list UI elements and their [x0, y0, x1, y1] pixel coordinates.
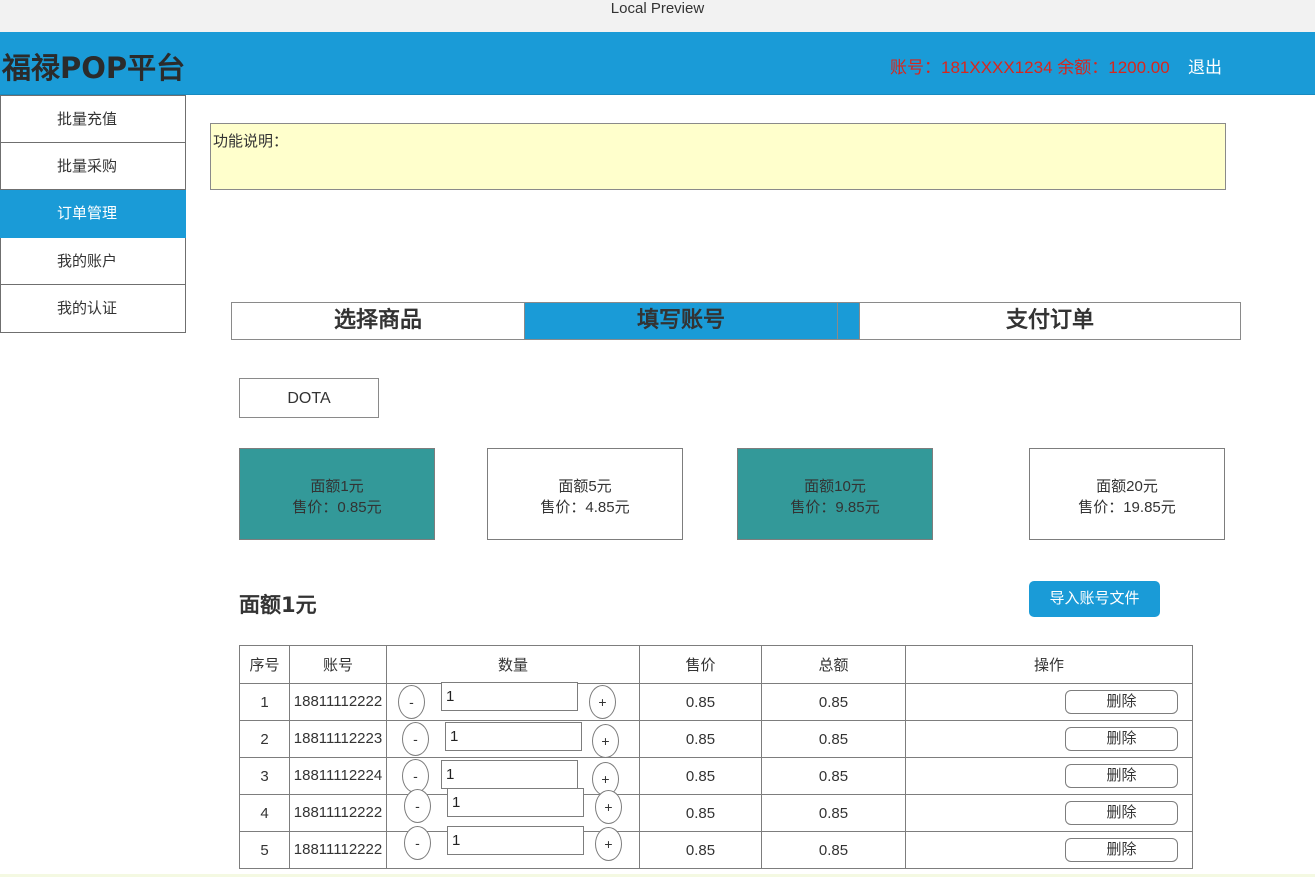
card-sale-price: 售价：19.85元 — [1078, 499, 1176, 516]
column-header-account: 账号 — [289, 645, 387, 684]
row-total: 0.85 — [761, 831, 906, 869]
row-action: 删除 — [905, 757, 1193, 795]
account-number: 18811112223 — [293, 730, 383, 747]
row-action: 删除 — [905, 794, 1193, 832]
sidebar-item-batch-recharge[interactable]: 批量充值 — [0, 95, 186, 143]
account-balance-info: 账号：181XXXX1234 余额：1200.00 — [890, 58, 1170, 77]
quantity-decrement-button[interactable]: - — [402, 759, 429, 793]
sidebar-nav: 批量充值 批量采购 订单管理 我的账户 我的认证 — [0, 95, 186, 333]
row-account: 18811112222 — [289, 683, 387, 721]
account-number: 18811112222 — [293, 804, 383, 821]
sidebar-item-batch-purchase[interactable]: 批量采购 — [0, 142, 186, 190]
card-face-value: 面额10元 — [804, 478, 866, 495]
table-row: 2 18811112223 - + 0.85 0.85 删除 — [239, 720, 1193, 758]
table-row: 1 18811112222 - + 0.85 0.85 删除 — [239, 682, 1193, 721]
delete-row-button[interactable]: 删除 — [1065, 727, 1178, 751]
quantity-increment-button[interactable]: + — [595, 827, 622, 861]
card-face-value: 面额20元 — [1096, 478, 1158, 495]
row-index: 5 — [239, 831, 290, 869]
brand-logo-text: 福禄POP平台 — [2, 51, 186, 85]
window-titlebar: Local Preview — [0, 0, 1315, 33]
row-price: 0.85 — [639, 683, 762, 721]
step-divider — [838, 303, 860, 339]
denomination-card-1[interactable]: 面额1元 售价：0.85元 — [239, 448, 435, 540]
column-header-price: 售价 — [639, 645, 762, 684]
row-account: 18811112224 — [289, 757, 387, 795]
row-index: 3 — [239, 757, 290, 795]
function-description-label: 功能说明： — [213, 133, 289, 150]
quantity-decrement-button[interactable]: - — [398, 685, 425, 719]
row-action: 删除 — [905, 683, 1193, 721]
step-fill-account[interactable]: 填写账号 — [524, 303, 838, 339]
sidebar-item-my-account[interactable]: 我的账户 — [0, 237, 186, 285]
delete-row-button[interactable]: 删除 — [1065, 690, 1178, 714]
card-sale-price: 售价：4.85元 — [540, 499, 630, 516]
quantity-increment-button[interactable]: + — [592, 724, 619, 758]
column-header-quantity: 数量 — [386, 645, 640, 684]
account-number: 18811112222 — [293, 693, 383, 710]
row-total: 0.85 — [761, 794, 906, 832]
table-row: 4 18811112222 - + 0.85 0.85 删除 — [239, 788, 1193, 832]
quantity-decrement-button[interactable]: - — [404, 826, 431, 860]
import-account-file-button[interactable]: 导入账号文件 — [1029, 581, 1160, 617]
card-sale-price: 售价：9.85元 — [790, 499, 880, 516]
delete-row-button[interactable]: 删除 — [1065, 764, 1178, 788]
app-header: 福禄POP平台 账号：181XXXX1234 余额：1200.00 退出 — [0, 32, 1315, 95]
quantity-input[interactable] — [441, 760, 578, 789]
quantity-increment-button[interactable]: + — [589, 685, 616, 719]
row-total: 0.85 — [761, 720, 906, 758]
quantity-input[interactable] — [447, 788, 584, 817]
row-quantity: - + — [386, 682, 640, 721]
window-title: Local Preview — [610, 0, 705, 17]
quantity-increment-button[interactable]: + — [595, 790, 622, 824]
row-action: 删除 — [905, 720, 1193, 758]
account-number: 18811112222 — [293, 841, 383, 858]
step-pay-order[interactable]: 支付订单 — [860, 303, 1240, 339]
logout-link[interactable]: 退出 — [1188, 57, 1222, 79]
row-account: 18811112223 — [289, 720, 387, 758]
column-header-action: 操作 — [905, 645, 1193, 684]
quantity-decrement-button[interactable]: - — [402, 722, 429, 756]
row-account: 18811112222 — [289, 831, 387, 869]
quantity-decrement-button[interactable]: - — [404, 789, 431, 823]
table-row: 3 18811112224 - + 0.85 0.85 删除 — [239, 757, 1193, 796]
row-total: 0.85 — [761, 757, 906, 795]
delete-row-button[interactable]: 删除 — [1065, 838, 1178, 862]
column-header-total: 总额 — [761, 645, 906, 684]
selected-denomination-title: 面额1元 — [239, 593, 317, 617]
delete-row-button[interactable]: 删除 — [1065, 801, 1178, 825]
row-total: 0.85 — [761, 683, 906, 721]
card-sale-price: 售价：0.85元 — [292, 499, 382, 516]
row-price: 0.85 — [639, 720, 762, 758]
quantity-input[interactable] — [441, 682, 578, 711]
row-price: 0.85 — [639, 794, 762, 832]
row-index: 1 — [239, 683, 290, 721]
row-quantity: - + — [386, 826, 640, 869]
sidebar-item-my-verification[interactable]: 我的认证 — [0, 285, 186, 333]
card-face-value: 面额1元 — [310, 478, 364, 495]
row-action: 删除 — [905, 831, 1193, 869]
table-header-row: 序号 账号 数量 售价 总额 操作 — [239, 645, 1193, 684]
step-progress-bar: 选择商品 填写账号 支付订单 — [231, 302, 1241, 340]
step-select-product[interactable]: 选择商品 — [232, 303, 524, 339]
row-account: 18811112222 — [289, 794, 387, 832]
game-tab-dota[interactable]: DOTA — [239, 378, 379, 418]
row-index: 2 — [239, 720, 290, 758]
account-number: 18811112224 — [293, 767, 383, 784]
column-header-index: 序号 — [239, 645, 290, 684]
denomination-card-20[interactable]: 面额20元 售价：19.85元 — [1029, 448, 1225, 540]
table-row: 5 18811112222 - + 0.85 0.85 删除 — [239, 826, 1193, 869]
quantity-input[interactable] — [447, 826, 584, 855]
denomination-card-10[interactable]: 面额10元 售价：9.85元 — [737, 448, 933, 540]
row-index: 4 — [239, 794, 290, 832]
denomination-card-5[interactable]: 面额5元 售价：4.85元 — [487, 448, 683, 540]
quantity-input[interactable] — [445, 722, 582, 751]
sidebar-item-order-management[interactable]: 订单管理 — [0, 190, 186, 238]
account-table: 序号 账号 数量 售价 总额 操作 1 18811112222 - + 0.85… — [239, 645, 1193, 869]
row-price: 0.85 — [639, 757, 762, 795]
row-quantity: - + — [386, 720, 640, 758]
row-price: 0.85 — [639, 831, 762, 869]
card-face-value: 面额5元 — [558, 478, 612, 495]
function-description-box: 功能说明： — [210, 123, 1226, 190]
